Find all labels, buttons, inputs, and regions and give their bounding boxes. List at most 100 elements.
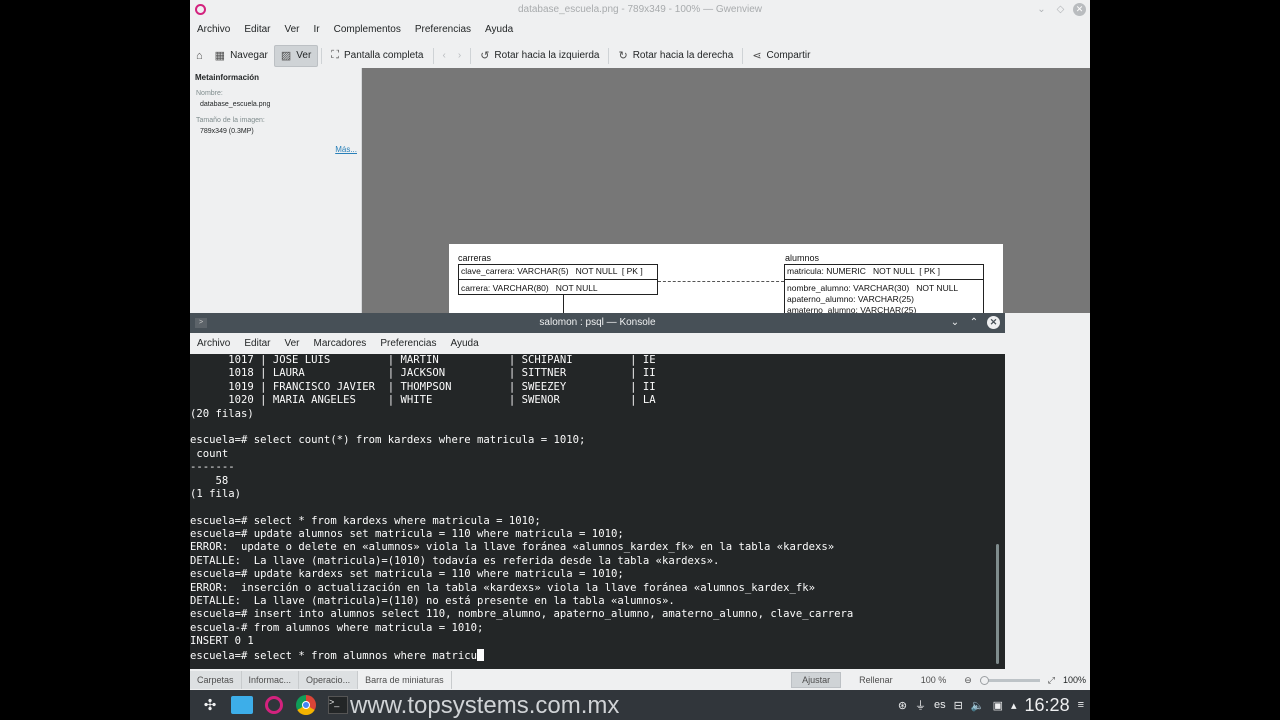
grid-icon: ▦ (214, 50, 226, 62)
tab-carpetas[interactable]: Carpetas (190, 671, 242, 689)
konsole-titlebar[interactable]: > salomon : psql — Konsole ⌄ ⌃ ✕ (190, 313, 1005, 333)
chrome-icon (296, 695, 316, 715)
terminal-icon: >_ (328, 696, 348, 714)
metainfo-heading: Metainformación (195, 73, 260, 82)
zoom-slider[interactable] (979, 675, 1040, 685)
terminal-prompt-line[interactable]: escuela=# select * from alumnos where ma… (190, 648, 1005, 662)
fullscreen-button[interactable]: ⛶ Pantalla completa (325, 45, 429, 67)
task-gwenview[interactable] (262, 693, 286, 717)
toolbar-separator (321, 47, 323, 64)
terminal-line: (20 filas) (190, 407, 254, 420)
minimize-icon[interactable]: ⌄ (1035, 4, 1048, 15)
gwenview-titlebar[interactable]: database_escuela.png - 789x349 - 100% — … (190, 0, 1090, 20)
rotate-left-icon: ↺ (480, 50, 490, 62)
menu-preferencias[interactable]: Preferencias (373, 335, 443, 352)
menu-complementos[interactable]: Complementos (327, 21, 408, 41)
zoom-out-icon[interactable]: ⊖ (964, 675, 972, 686)
size-value: 789x349 (0.3MP) (200, 128, 254, 135)
keyboard-layout[interactable]: es (934, 699, 946, 711)
close-icon[interactable]: ✕ (1073, 3, 1086, 16)
terminal-line: 1019 | FRANCISCO JAVIER | THOMPSON | SWE… (190, 380, 656, 393)
menu-ver[interactable]: Ver (277, 335, 306, 352)
minimize-icon[interactable]: ⌄ (949, 317, 961, 328)
toolbar-separator (432, 47, 434, 64)
zoom-slider-handle[interactable] (979, 675, 989, 685)
app-launcher-icon[interactable]: ✣ (198, 693, 222, 717)
rotate-right-button[interactable]: ↻ Rotar hacia la derecha (612, 45, 739, 67)
updates-icon[interactable]: ⊛ (898, 699, 907, 712)
maximize-icon[interactable]: ◇ (1054, 4, 1067, 15)
desktop: database_escuela.png - 789x349 - 100% — … (0, 0, 1280, 720)
terminal-line: DETALLE: La llave (matricula)=(110) no e… (190, 595, 675, 608)
share-button[interactable]: ⋖ Compartir (746, 45, 816, 67)
tab-informacion[interactable]: Informac... (241, 671, 300, 689)
rotate-left-button[interactable]: ↺ Rotar hacia la izquierda (474, 45, 605, 67)
alumnos-row: apaterno_alumno: VARCHAR(25) (787, 294, 914, 304)
konsole-menubar: Archivo Editar Ver Marcadores Preferenci… (190, 333, 1005, 354)
chevron-right-icon: › (457, 50, 462, 61)
terminal-line: escuela=# select count(*) from kardexs w… (190, 434, 586, 447)
previous-button[interactable]: ‹ (437, 45, 452, 67)
taskbar: ✣ >_ www.topsystems.com.mx ⊛ ⏚ es ⊟ 🔈 ▣ … (190, 690, 1090, 720)
carreras-table: clave_carrera: VARCHAR(5) NOT NULL [ PK … (458, 264, 658, 295)
maximize-icon[interactable]: ⌃ (968, 317, 980, 328)
usb-icon[interactable]: ⏚ (915, 697, 926, 713)
task-konsole[interactable]: >_ (326, 693, 350, 717)
terminal-line: ERROR: update o delete en «alumnos» viol… (190, 541, 835, 554)
fit-button[interactable]: Ajustar (791, 672, 842, 688)
menu-editar[interactable]: Editar (237, 21, 277, 41)
terminal-line: escuela=# insert into alumnos select 110… (190, 608, 854, 621)
menu-ir[interactable]: Ir (307, 21, 327, 41)
menu-archivo[interactable]: Archivo (190, 335, 237, 352)
volume-icon[interactable]: 🔈 (971, 699, 985, 712)
toolbar-separator (742, 47, 744, 64)
menu-marcadores[interactable]: Marcadores (307, 335, 374, 352)
task-chrome[interactable] (294, 693, 318, 717)
next-button[interactable]: › (452, 45, 467, 67)
konsole-window: > salomon : psql — Konsole ⌄ ⌃ ✕ Archivo… (190, 313, 1005, 669)
chevron-left-icon: ‹ (442, 50, 446, 61)
alumnos-row: nombre_alumno: VARCHAR(30) NOT NULL (787, 283, 959, 293)
relationship-line (658, 281, 784, 282)
terminal-line: escuela=# select * from kardexs where ma… (190, 514, 541, 527)
gwenview-menubar: Archivo Editar Ver Ir Complementos Prefe… (190, 21, 520, 41)
thumbnail-bar-toggle[interactable]: Barra de miniaturas (358, 671, 452, 689)
system-tray: ⊛ ⏚ es ⊟ 🔈 ▣ ▴ 16:28 ≡ (898, 690, 1084, 720)
menu-archivo[interactable]: Archivo (190, 21, 237, 41)
task-dolphin[interactable] (230, 693, 254, 717)
clock[interactable]: 16:28 (1025, 695, 1070, 716)
fit-icon[interactable]: ⤢ (1048, 675, 1055, 686)
terminal-line: escuela-# from alumnos where matricula =… (190, 621, 484, 634)
terminal-output[interactable]: 1017 | JOSE LUIS | MARTIN | SCHIPANI | I… (190, 354, 1005, 669)
ver-button[interactable]: ▨ Ver (273, 44, 319, 67)
watermark: www.topsystems.com.mx (350, 692, 620, 719)
clipboard-icon[interactable]: ▣ (993, 699, 1003, 712)
more-link[interactable]: Más... (335, 145, 357, 154)
terminal-line: 1017 | JOSE LUIS | MARTIN | SCHIPANI | I… (190, 354, 656, 366)
close-icon[interactable]: ✕ (987, 316, 1000, 329)
terminal-line: escuela=# update alumnos set matricula =… (190, 528, 624, 541)
tab-operaciones[interactable]: Operacio... (299, 671, 359, 689)
zoom-label: 100% (1062, 675, 1086, 685)
network-icon[interactable]: ⊟ (954, 699, 963, 712)
alumnos-table: matricula: NUMERIC NOT NULL [ PK ] nombr… (784, 264, 984, 314)
home-button[interactable]: ⌂ (190, 45, 209, 67)
tray-expand-icon[interactable]: ▴ (1011, 699, 1017, 712)
fill-button[interactable]: Rellenar (849, 673, 903, 687)
navegar-button[interactable]: ▦ Navegar (209, 45, 274, 67)
carreras-row: clave_carrera: VARCHAR(5) NOT NULL [ PK … (461, 266, 643, 276)
zoom-combo[interactable]: 100 % (911, 673, 957, 687)
name-label: Nombre: (196, 90, 223, 97)
menu-ver[interactable]: Ver (277, 21, 306, 41)
gwenview-toolbar: ⌂ ▦ Navegar ▨ Ver ⛶ Pantalla completa ‹ › ↺… (190, 43, 1090, 68)
menu-icon[interactable]: ≡ (1078, 699, 1084, 711)
name-value: database_escuela.png (200, 101, 271, 108)
menu-ayuda[interactable]: Ayuda (443, 335, 485, 352)
menu-ayuda[interactable]: Ayuda (478, 21, 520, 41)
konsole-title: salomon : psql — Konsole (539, 317, 656, 328)
menu-preferencias[interactable]: Preferencias (408, 21, 478, 41)
menu-editar[interactable]: Editar (237, 335, 277, 352)
alumnos-table-title: alumnos (785, 253, 820, 263)
terminal-scrollbar[interactable] (996, 544, 999, 664)
